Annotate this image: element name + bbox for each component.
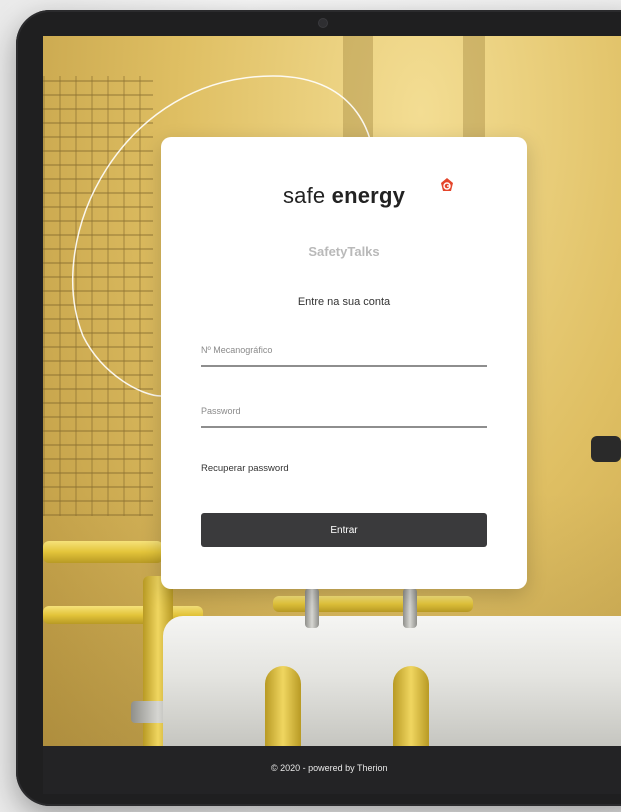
product-name: SafetyTalks xyxy=(308,244,380,259)
password-input[interactable] xyxy=(201,398,487,428)
yellow-pipe xyxy=(393,666,429,746)
background-scaffold xyxy=(43,76,153,516)
yellow-pipe xyxy=(265,666,301,746)
recover-password-link[interactable]: Recuperar password xyxy=(201,463,289,474)
page: safe energy SafetyTalks Entre na sua con… xyxy=(0,0,621,812)
login-button[interactable]: Entrar xyxy=(201,513,487,547)
login-card: safe energy SafetyTalks Entre na sua con… xyxy=(161,137,527,589)
yellow-pipe xyxy=(273,596,473,612)
login-heading: Entre na sua conta xyxy=(297,296,391,308)
pipe-flange xyxy=(305,588,319,628)
yellow-pipe xyxy=(43,541,163,563)
employee-number-input[interactable] xyxy=(201,337,487,367)
brand-flame-icon xyxy=(441,178,453,191)
brand-name-bold: energy xyxy=(331,183,406,208)
brand-logo: safe energy xyxy=(161,183,527,209)
footer-text: © 2020 - powered by Therion xyxy=(271,763,388,773)
worker-figure xyxy=(591,436,621,462)
camera-icon xyxy=(319,19,327,27)
pipe-flange xyxy=(403,588,417,628)
app-screen: safe energy SafetyTalks Entre na sua con… xyxy=(43,36,621,794)
footer-bar: © 2020 - powered by Therion xyxy=(43,746,621,794)
brand-name-light: safe xyxy=(282,183,326,208)
white-pipe xyxy=(163,616,621,766)
tablet-frame: safe energy SafetyTalks Entre na sua con… xyxy=(16,10,621,806)
